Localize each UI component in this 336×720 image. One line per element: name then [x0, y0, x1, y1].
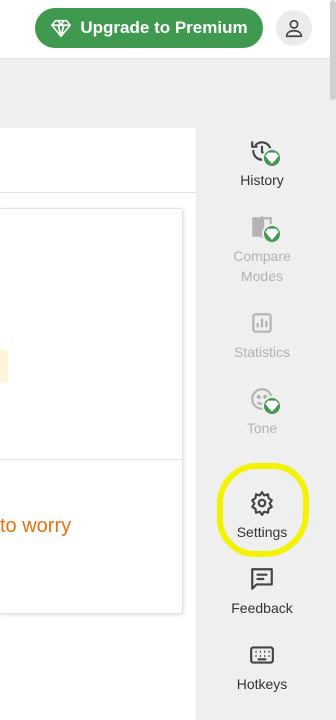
sidebar-item-tone[interactable]: Tone: [220, 386, 304, 438]
sidebar-item-label: Tone: [246, 420, 278, 436]
sidebar-item-statistics[interactable]: Statistics: [220, 310, 304, 362]
sidebar-item-hotkeys[interactable]: Hotkeys: [220, 642, 304, 694]
sidebar-item-label: Settings: [236, 524, 288, 540]
feedback-icon: [249, 566, 275, 592]
upgrade-label: Upgrade to Premium: [80, 18, 248, 37]
editor-panel-header: [0, 128, 196, 193]
user-icon: [285, 19, 303, 38]
page-scrollbar[interactable]: [330, 0, 336, 100]
sidebar-item-label: History: [240, 172, 284, 188]
statistics-icon: [249, 310, 275, 336]
sidebar-item-label: Statistics: [233, 344, 290, 360]
card-divider: [0, 459, 182, 460]
premium-badge: [262, 396, 282, 416]
compare-modes-icon: [249, 214, 282, 244]
text-highlight: [0, 349, 8, 383]
gear-icon: [249, 490, 275, 516]
sidebar-item-settings[interactable]: Settings: [220, 490, 304, 542]
user-avatar[interactable]: [276, 10, 312, 46]
history-icon: [249, 138, 282, 168]
top-bar: Upgrade to Premium: [0, 0, 336, 59]
sidebar-item-label: Compare Modes: [233, 248, 291, 284]
sidebar-item-label: Feedback: [231, 600, 293, 616]
premium-badge: [262, 224, 282, 244]
sidebar-item-feedback[interactable]: Feedback: [220, 566, 304, 618]
editor-card[interactable]: to worry: [0, 208, 183, 614]
upgrade-premium-button[interactable]: Upgrade to Premium: [35, 8, 263, 48]
sidebar-item-history[interactable]: History: [220, 138, 304, 190]
premium-badge: [262, 148, 282, 168]
keyboard-icon: [249, 642, 275, 668]
diamond-icon: [51, 19, 72, 38]
tone-icon: [249, 386, 282, 416]
sidebar-item-compare-modes[interactable]: Compare Modes: [220, 214, 304, 286]
sidebar-item-label: Hotkeys: [236, 676, 288, 692]
editor-text[interactable]: to worry: [0, 515, 182, 538]
